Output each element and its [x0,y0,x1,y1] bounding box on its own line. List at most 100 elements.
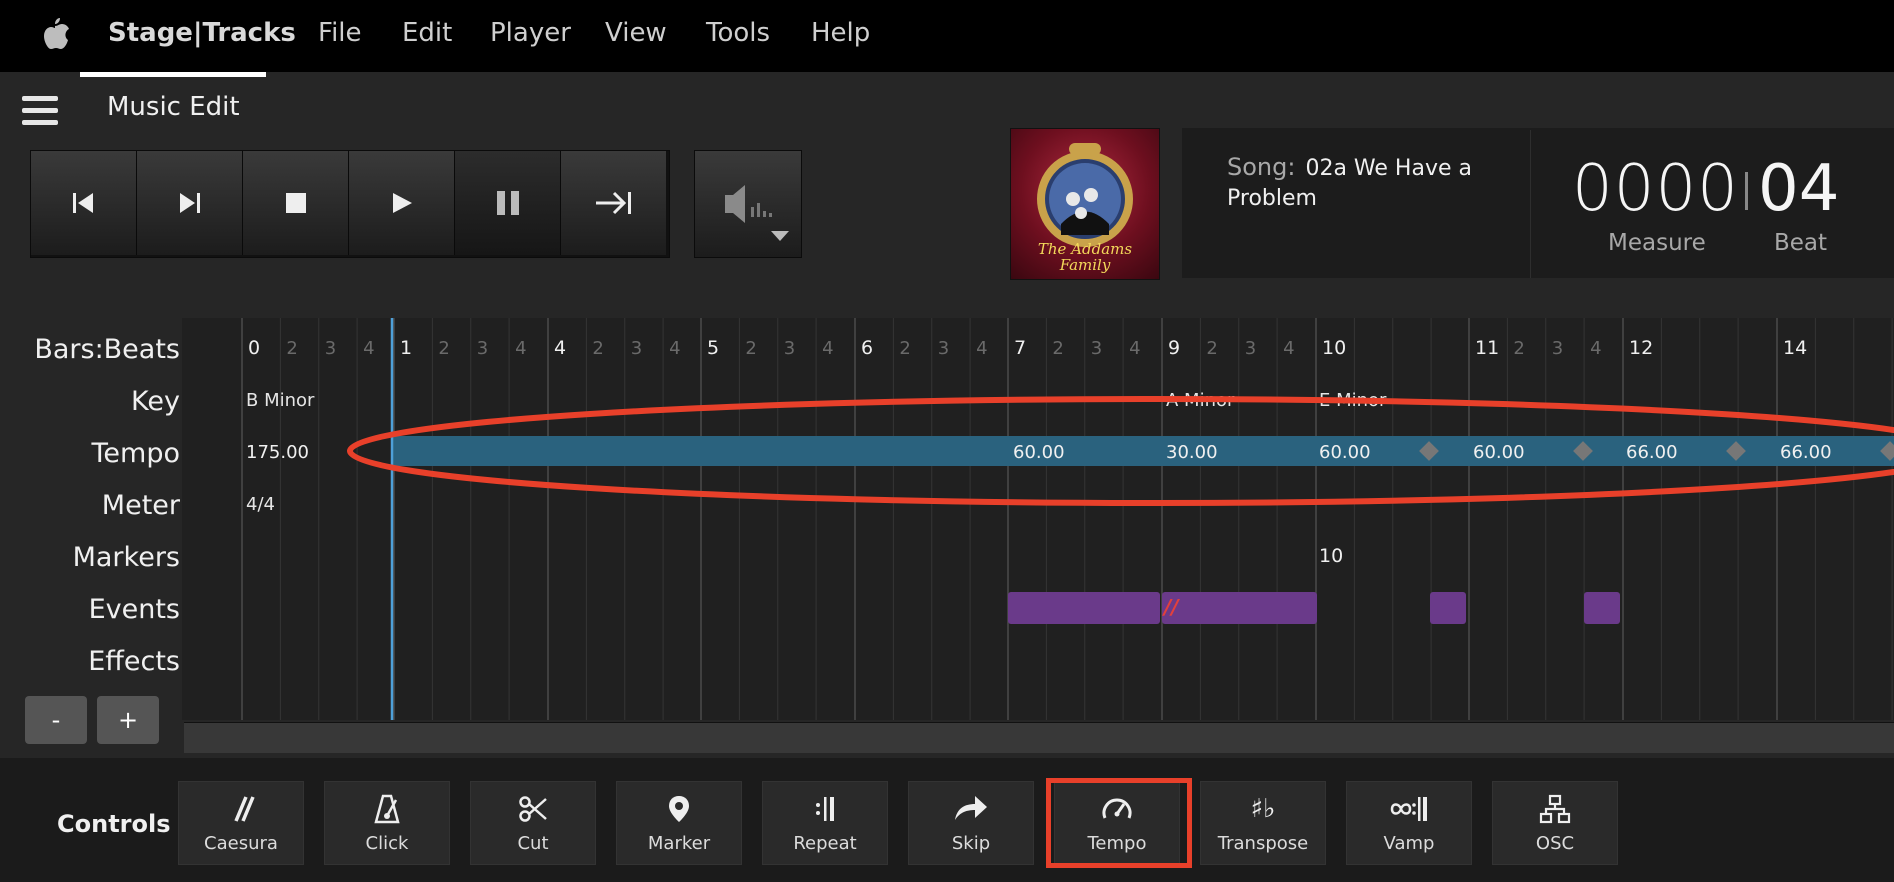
repeat-button[interactable]: Repeat [762,781,888,865]
beat-number: 2 [592,338,603,359]
beat-counter: 04 [1758,152,1840,226]
lane-label-events: Events [88,594,180,625]
beat-number: 3 [938,338,949,359]
beat-number: 2 [745,338,756,359]
divider [1530,130,1531,278]
play-button[interactable] [349,151,455,255]
timeline[interactable]: 0 2 3 4 1 2 3 4 4 2 3 4 5 2 3 4 6 2 3 4 7 2 3 4 9 2 3 4 10 11 2 3 4 12 14 B… [182,318,1894,720]
metronome-icon [374,794,400,824]
zoom-in-button[interactable]: + [97,696,159,744]
lane-label-tempo: Tempo [91,438,180,469]
bar-number: 6 [861,337,873,359]
event-block [1584,592,1620,624]
tempo-value: 60.00 [1473,442,1525,463]
bar-number: 5 [707,337,719,359]
app-brand[interactable]: Stage|Tracks [108,18,296,48]
marker-label: 10 [1319,545,1343,567]
beat-number: 4 [363,338,374,359]
tempo-value: 60.00 [1013,442,1065,463]
meter-label: 4/4 [246,494,275,515]
vamp-label: Vamp [1383,833,1435,854]
tempo-value: 30.00 [1166,442,1218,463]
lane-label-markers: Markers [72,542,180,573]
beat-number: 4 [1129,338,1140,359]
beat-number: 2 [1513,338,1524,359]
vamp-icon [1390,797,1427,821]
osc-button[interactable]: OSC [1492,781,1618,865]
next-track-icon [179,193,200,213]
menu-help[interactable]: Help [811,18,870,48]
bar-number: 12 [1629,337,1653,359]
tempo-value: 175.00 [246,442,309,463]
timeline-scrollbar[interactable] [184,722,1894,753]
jump-to-end-button[interactable] [561,151,666,255]
menu-edit[interactable]: Edit [402,18,452,48]
beat-number: 3 [1552,338,1563,359]
click-button[interactable]: Click [324,781,450,865]
sharp-flat-icon: ♯♭ [1250,794,1276,824]
pause-button[interactable] [455,151,561,255]
skip-to-start-button[interactable] [31,151,137,255]
song-label: Song: [1227,153,1296,181]
beat-number: 4 [669,338,680,359]
counter-separator [1745,172,1748,210]
menu-tools[interactable]: Tools [706,18,770,48]
tempo-highlight-box [1046,778,1192,868]
beat-number: 3 [477,338,488,359]
jump-to-end-icon [595,191,631,215]
beat-number: 2 [899,338,910,359]
bar-number: 11 [1475,337,1499,359]
beat-number: 4 [822,338,833,359]
click-label: Click [365,833,409,854]
brand-underline [80,72,266,77]
stop-icon [285,193,306,213]
bar-number: 9 [1168,337,1180,359]
skip-button[interactable]: Skip [908,781,1034,865]
event-block [1008,592,1160,624]
osc-label: OSC [1535,833,1575,854]
key-label: B Minor [246,390,315,411]
volume-button[interactable] [694,150,802,258]
page-title: Music Edit [107,92,240,122]
bar-number: 7 [1014,337,1026,359]
timeline-canvas[interactable]: 0 2 3 4 1 2 3 4 4 2 3 4 5 2 3 4 6 2 3 4 7 2 3 4 9 2 3 4 10 11 2 3 4 12 14B… [182,318,1894,720]
bar-number: 0 [248,337,260,359]
lane-label-meter: Meter [101,490,180,521]
tempo-value: 66.00 [1626,442,1678,463]
menu-view[interactable]: View [605,18,667,48]
lane-label-bars-beats: Bars:Beats [34,334,180,365]
vamp-button[interactable]: Vamp [1346,781,1472,865]
skip-label: Skip [951,833,991,854]
transpose-label: Transpose [1217,833,1309,854]
volume-icon [725,185,789,241]
zoom-out-button[interactable]: - [25,696,87,744]
bar-number: 14 [1783,337,1807,359]
menu-player[interactable]: Player [490,18,571,48]
event-block [1430,592,1466,624]
caesura-label: Caesura [204,833,278,854]
beat-number: 3 [631,338,642,359]
bar-number: 1 [400,337,412,359]
play-icon [392,193,412,213]
skip-arrow-icon [955,796,987,820]
cut-button[interactable]: Cut [470,781,596,865]
apple-icon[interactable] [40,16,70,52]
event-block [1162,592,1317,624]
marker-button[interactable]: Marker [616,781,742,865]
hamburger-menu-icon[interactable] [22,96,58,126]
tempo-value: 66.00 [1780,442,1832,463]
beat-number: 2 [438,338,449,359]
transpose-button[interactable]: ♯♭ Transpose [1200,781,1326,865]
beat-number: 4 [515,338,526,359]
lane-labels: Bars:Beats Key Tempo Meter Markers Event… [0,318,180,758]
menu-file[interactable]: File [318,18,362,48]
caesura-button[interactable]: Caesura [178,781,304,865]
caesura-icon [234,796,255,822]
network-icon [1539,794,1571,824]
stop-button[interactable] [243,151,349,255]
transport-controls [30,150,670,258]
beat-number: 3 [1245,338,1256,359]
album-cover-title: The Addams Family [1037,240,1133,274]
next-track-button[interactable] [137,151,243,255]
scissors-icon [519,796,547,822]
